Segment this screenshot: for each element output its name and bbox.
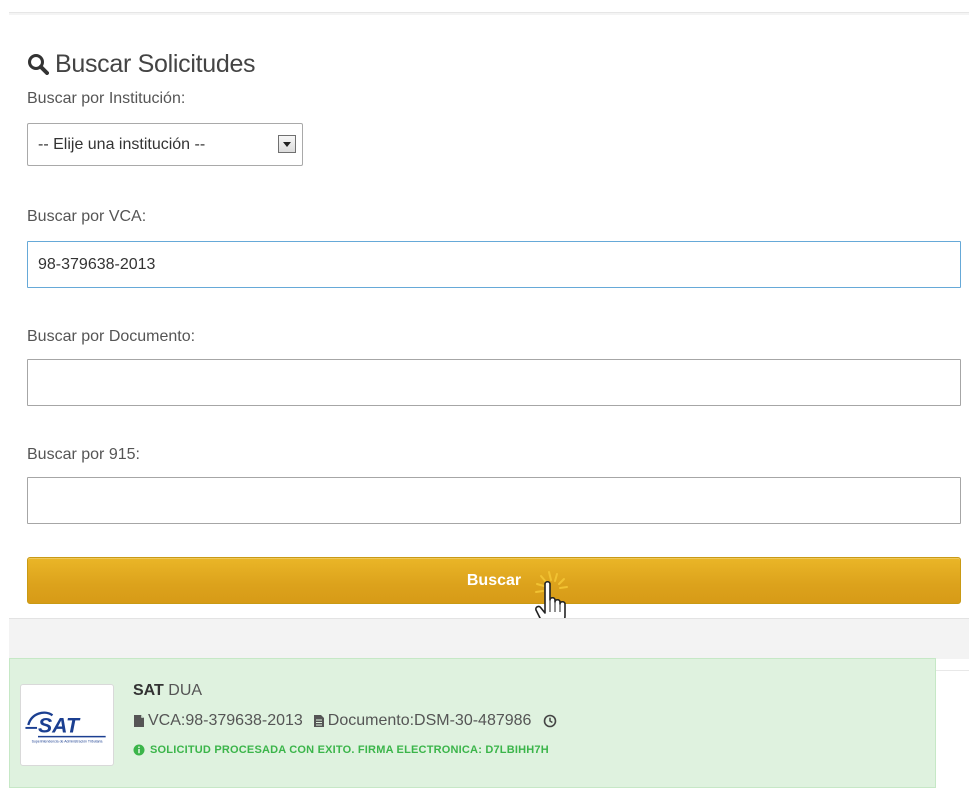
result-status: SOLICITUD PROCESADA CON EXITO. FIRMA ELE… <box>133 744 549 756</box>
result-title: SAT DUA <box>133 682 202 700</box>
chevron-down-icon[interactable] <box>278 135 296 153</box>
f915-input[interactable] <box>27 477 961 524</box>
vca-input[interactable] <box>27 241 961 288</box>
vca-label: Buscar por VCA: <box>27 208 147 225</box>
result-bottom-space <box>9 788 969 796</box>
result-side <box>936 670 969 789</box>
result-meta: VCA:98-379638-2013 Documento:DSM-30-4879… <box>133 712 560 730</box>
result-institution: SAT <box>133 682 164 699</box>
search-icon <box>27 53 49 75</box>
document-icon <box>313 714 325 728</box>
search-button[interactable]: Buscar <box>27 557 961 604</box>
logo-subtext: Superintendencia de Administración Tribu… <box>32 739 103 743</box>
result-vca: VCA:98-379638-2013 <box>148 712 303 729</box>
logo-text: SAT <box>38 714 81 738</box>
f915-label: Buscar por 915: <box>27 446 140 463</box>
result-type: DUA <box>168 682 203 699</box>
separator-band <box>9 618 969 659</box>
clock-icon <box>543 714 557 728</box>
info-circle-icon <box>133 744 145 756</box>
result-item[interactable]: SAT Superintendencia de Administración T… <box>9 658 936 788</box>
institution-select[interactable]: -- Elije una institución -- <box>27 123 303 166</box>
institution-logo: SAT Superintendencia de Administración T… <box>20 684 114 766</box>
result-document: Documento:DSM-30-487986 <box>327 712 532 729</box>
file-icon <box>133 714 145 728</box>
institution-select-value: -- Elije una institución -- <box>38 135 206 153</box>
document-label: Buscar por Documento: <box>27 328 196 345</box>
institution-label: Buscar por Institución: <box>27 90 186 107</box>
document-input[interactable] <box>27 359 961 406</box>
top-divider-shadow <box>9 13 969 15</box>
panel-title-text: Buscar Solicitudes <box>55 49 256 78</box>
result-status-text: SOLICITUD PROCESADA CON EXITO. FIRMA ELE… <box>150 744 549 756</box>
panel-title: Buscar Solicitudes <box>27 48 256 80</box>
